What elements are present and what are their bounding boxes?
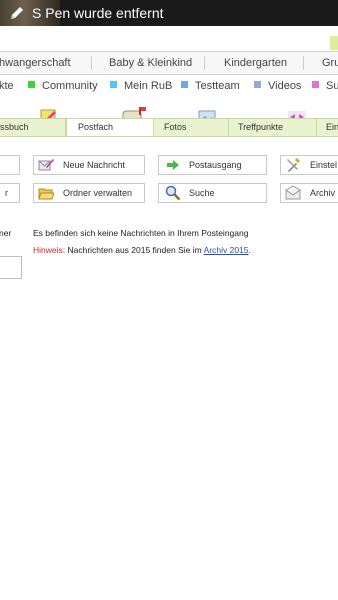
nav-item-kindergarten[interactable]: Kindergarten (224, 52, 287, 74)
archive-button[interactable]: Archiv (280, 183, 338, 203)
category-link-produkte[interactable]: kte (0, 78, 14, 94)
header-green-strip (330, 36, 338, 50)
magnifier-icon (165, 185, 181, 201)
blue-square-icon (181, 80, 188, 88)
archive-hint: Hinweis: Nachrichten aus 2015 finden Sie… (33, 245, 251, 255)
category-label: Su (326, 80, 338, 92)
tab-fotos[interactable]: Fotos (164, 119, 187, 136)
tab-treffpunkte[interactable]: Treffpunkte (238, 119, 283, 136)
pen-icon (11, 7, 23, 19)
button-label: r (5, 188, 8, 198)
archive-envelope-icon (285, 185, 301, 200)
nav-separator (204, 56, 205, 70)
category-link-testteam[interactable]: Testteam (181, 78, 240, 94)
hint-label: Hinweis: (33, 245, 66, 255)
button-label: Einstel (310, 160, 338, 170)
empty-inbox-message: Es befinden sich keine Nachrichten in Ih… (33, 228, 249, 238)
category-link-community[interactable]: Community (28, 78, 98, 94)
archive-2015-link[interactable]: Archiv 2015 (204, 245, 249, 255)
new-message-icon (38, 159, 54, 171)
left-cut-button-2[interactable]: r (0, 183, 20, 203)
category-link-mein-rub[interactable]: Mein RuB (110, 78, 172, 94)
button-label: Suche (189, 188, 215, 198)
category-link-suche[interactable]: Su (312, 78, 338, 94)
nav-item-grundschule[interactable]: Gru (322, 52, 338, 74)
new-message-button[interactable]: Neue Nachricht (33, 155, 145, 175)
tab-separator (316, 119, 317, 136)
sidebar-cut-label: ner (0, 228, 12, 238)
cyan-square-icon (110, 80, 117, 88)
outbox-button[interactable]: Postausgang (158, 155, 267, 175)
left-cut-button-1[interactable] (0, 155, 20, 175)
category-label: kte (0, 80, 14, 92)
tools-icon (287, 158, 300, 172)
green-square-icon (28, 80, 35, 88)
category-label: Mein RuB (124, 80, 173, 92)
nav-item-baby-kleinkind[interactable]: Baby & Kleinkind (109, 52, 192, 74)
manage-folders-button[interactable]: Ordner verwalten (33, 183, 145, 203)
button-label: Ordner verwalten (63, 188, 133, 198)
tab-postfach[interactable]: Postfach (66, 119, 154, 136)
nav-item-schwangerschaft[interactable]: hwangerschaft (0, 52, 71, 74)
folder-icon (38, 188, 54, 200)
button-label: Archiv (310, 188, 336, 198)
status-message: S Pen wurde entfernt (32, 5, 164, 21)
sidebar-folder-box[interactable] (0, 256, 22, 279)
nav-separator (91, 56, 92, 70)
category-label: Community (42, 80, 98, 92)
button-label: Postausgang (189, 160, 242, 170)
lavender-square-icon (254, 80, 261, 88)
green-arrow-icon (167, 160, 179, 170)
profile-tabs: ssbuch Postfach Fotos Treffpunkte Ein (0, 118, 338, 137)
hint-text: Nachrichten aus 2015 finden Sie im (67, 245, 202, 255)
hint-end: . (248, 245, 251, 255)
category-label: Testteam (195, 80, 240, 92)
pink-square-icon (312, 80, 319, 88)
status-bar: S Pen wurde entfernt (0, 0, 338, 26)
tab-gaestebuch[interactable]: ssbuch (0, 119, 29, 136)
tab-separator (228, 119, 229, 136)
nav-separator (303, 56, 304, 70)
tab-einstellungen[interactable]: Ein (326, 119, 338, 136)
category-link-videos[interactable]: Videos (254, 78, 301, 94)
button-label: Neue Nachricht (63, 160, 126, 170)
search-button[interactable]: Suche (158, 183, 267, 203)
settings-button[interactable]: Einstel (280, 155, 338, 175)
category-label: Videos (268, 80, 302, 92)
main-nav: hwangerschaft Baby & Kleinkind Kindergar… (0, 51, 338, 75)
